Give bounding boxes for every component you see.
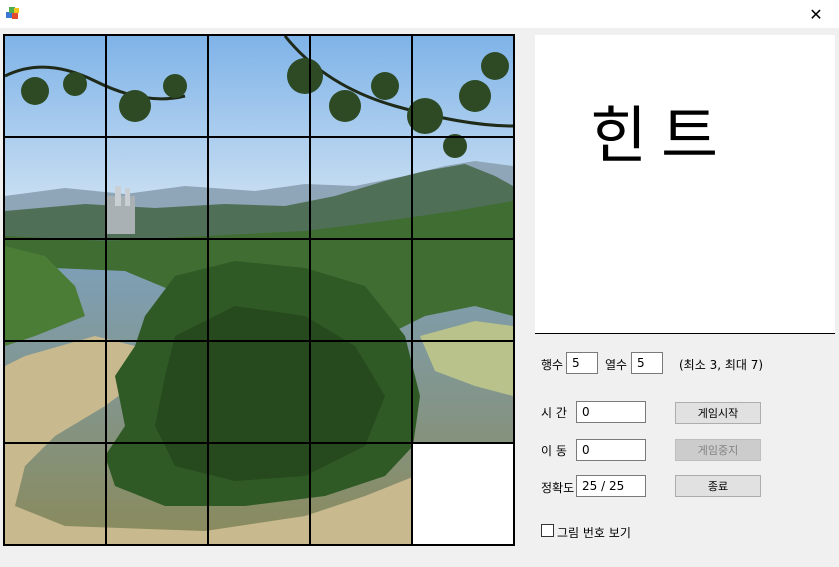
- cols-label: 열수: [605, 358, 628, 372]
- app-cube-icon: [6, 7, 19, 19]
- stop-game-button[interactable]: 게임중지: [675, 439, 761, 461]
- moves-field: 0: [576, 439, 646, 461]
- time-label: 시 간: [541, 406, 567, 420]
- accuracy-field: 25 / 25: [576, 475, 646, 497]
- cols-input[interactable]: 5: [631, 352, 663, 374]
- moves-label: 이 동: [541, 444, 567, 458]
- time-field: 0: [576, 401, 646, 423]
- puzzle-image: [5, 36, 513, 544]
- hint-label: 힌트: [590, 99, 733, 172]
- rows-input[interactable]: 5: [566, 352, 598, 374]
- rows-label: 행수: [541, 358, 564, 372]
- show-numbers-checkbox[interactable]: [541, 524, 554, 537]
- range-note: (최소 3, 최대 7): [679, 358, 764, 372]
- close-button[interactable]: ✕: [793, 0, 839, 28]
- close-icon: ✕: [809, 4, 823, 24]
- hint-panel: 힌트: [535, 35, 835, 334]
- title-bar: ✕: [0, 0, 839, 28]
- start-game-button[interactable]: 게임시작: [675, 402, 761, 424]
- show-numbers-label[interactable]: 그림 번호 보기: [557, 524, 631, 541]
- puzzle-board[interactable]: [3, 34, 515, 546]
- accuracy-label: 정확도: [541, 481, 575, 495]
- exit-button[interactable]: 종료: [675, 475, 761, 497]
